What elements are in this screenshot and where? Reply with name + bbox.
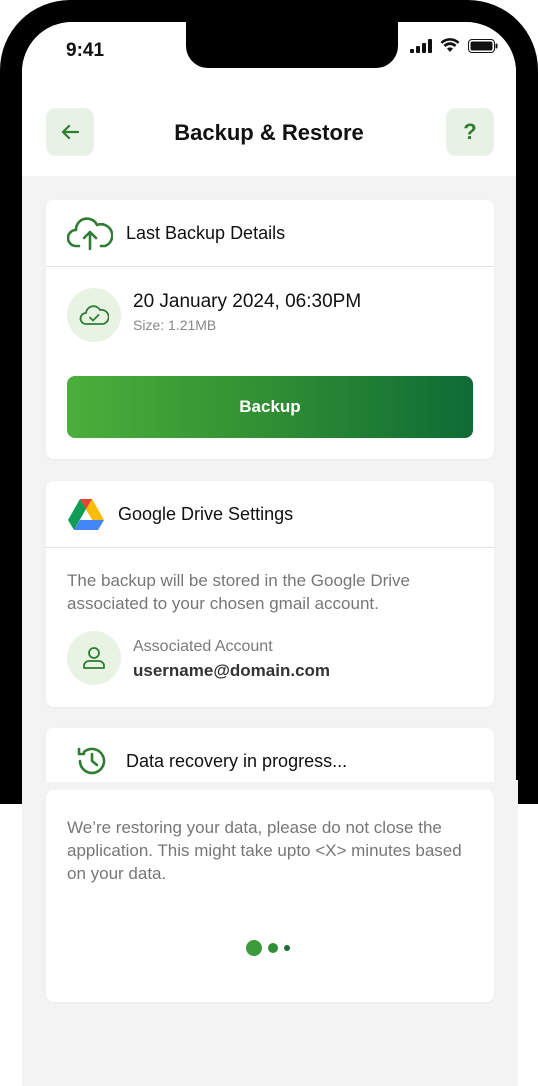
- drive-settings-title: Google Drive Settings: [118, 503, 294, 524]
- status-icons: [410, 38, 498, 53]
- drive-description: The backup will be stored in the Google …: [67, 571, 411, 613]
- recovery-card-lower: We’re restoring your data, please do not…: [46, 790, 494, 1002]
- drive-settings-card: Google Drive Settings The backup will be…: [46, 481, 494, 707]
- drive-settings-header: Google Drive Settings: [46, 481, 494, 548]
- last-backup-title: Last Backup Details: [126, 222, 286, 243]
- recovery-header: Data recovery in progress...: [46, 728, 494, 782]
- status-time: 9:41: [66, 40, 105, 61]
- recovery-description: We’re restoring your data, please do not…: [67, 818, 462, 883]
- loading-indicator: [246, 940, 290, 956]
- help-button[interactable]: ?: [446, 108, 494, 156]
- cloud-upload-icon: [66, 213, 114, 253]
- account-value: username@domain.com: [133, 661, 331, 680]
- recovery-title: Data recovery in progress...: [126, 750, 348, 771]
- battery-icon: [468, 38, 498, 53]
- app-header: Backup & Restore ?: [22, 82, 516, 176]
- loading-dot-large: [246, 940, 262, 956]
- user-icon: [83, 647, 105, 669]
- backup-size: Size: 1.21MB: [133, 317, 217, 333]
- account-label: Associated Account: [133, 638, 273, 655]
- last-backup-header: Last Backup Details: [46, 200, 494, 267]
- account-avatar: [67, 631, 121, 685]
- history-icon: [72, 741, 112, 781]
- signal-icon: [410, 38, 432, 53]
- wifi-icon: [440, 38, 460, 52]
- last-backup-card: Last Backup Details 20 January 2024, 06:…: [46, 200, 494, 459]
- cloud-check-icon: [79, 305, 109, 325]
- page-title: Backup & Restore: [174, 120, 364, 145]
- phone-screen: 9:41 Backup & Restore ? Last Backup Deta…: [22, 22, 516, 782]
- help-icon: ?: [463, 119, 477, 144]
- recovery-card: Data recovery in progress...: [46, 728, 494, 782]
- google-drive-icon: [66, 494, 106, 534]
- loading-dot-medium: [268, 943, 278, 953]
- backup-date: 20 January 2024, 06:30PM: [133, 291, 362, 312]
- loading-dot-small: [284, 945, 290, 951]
- notch: [186, 22, 398, 68]
- backup-button[interactable]: Backup: [67, 376, 473, 438]
- backup-status-avatar: [67, 288, 121, 342]
